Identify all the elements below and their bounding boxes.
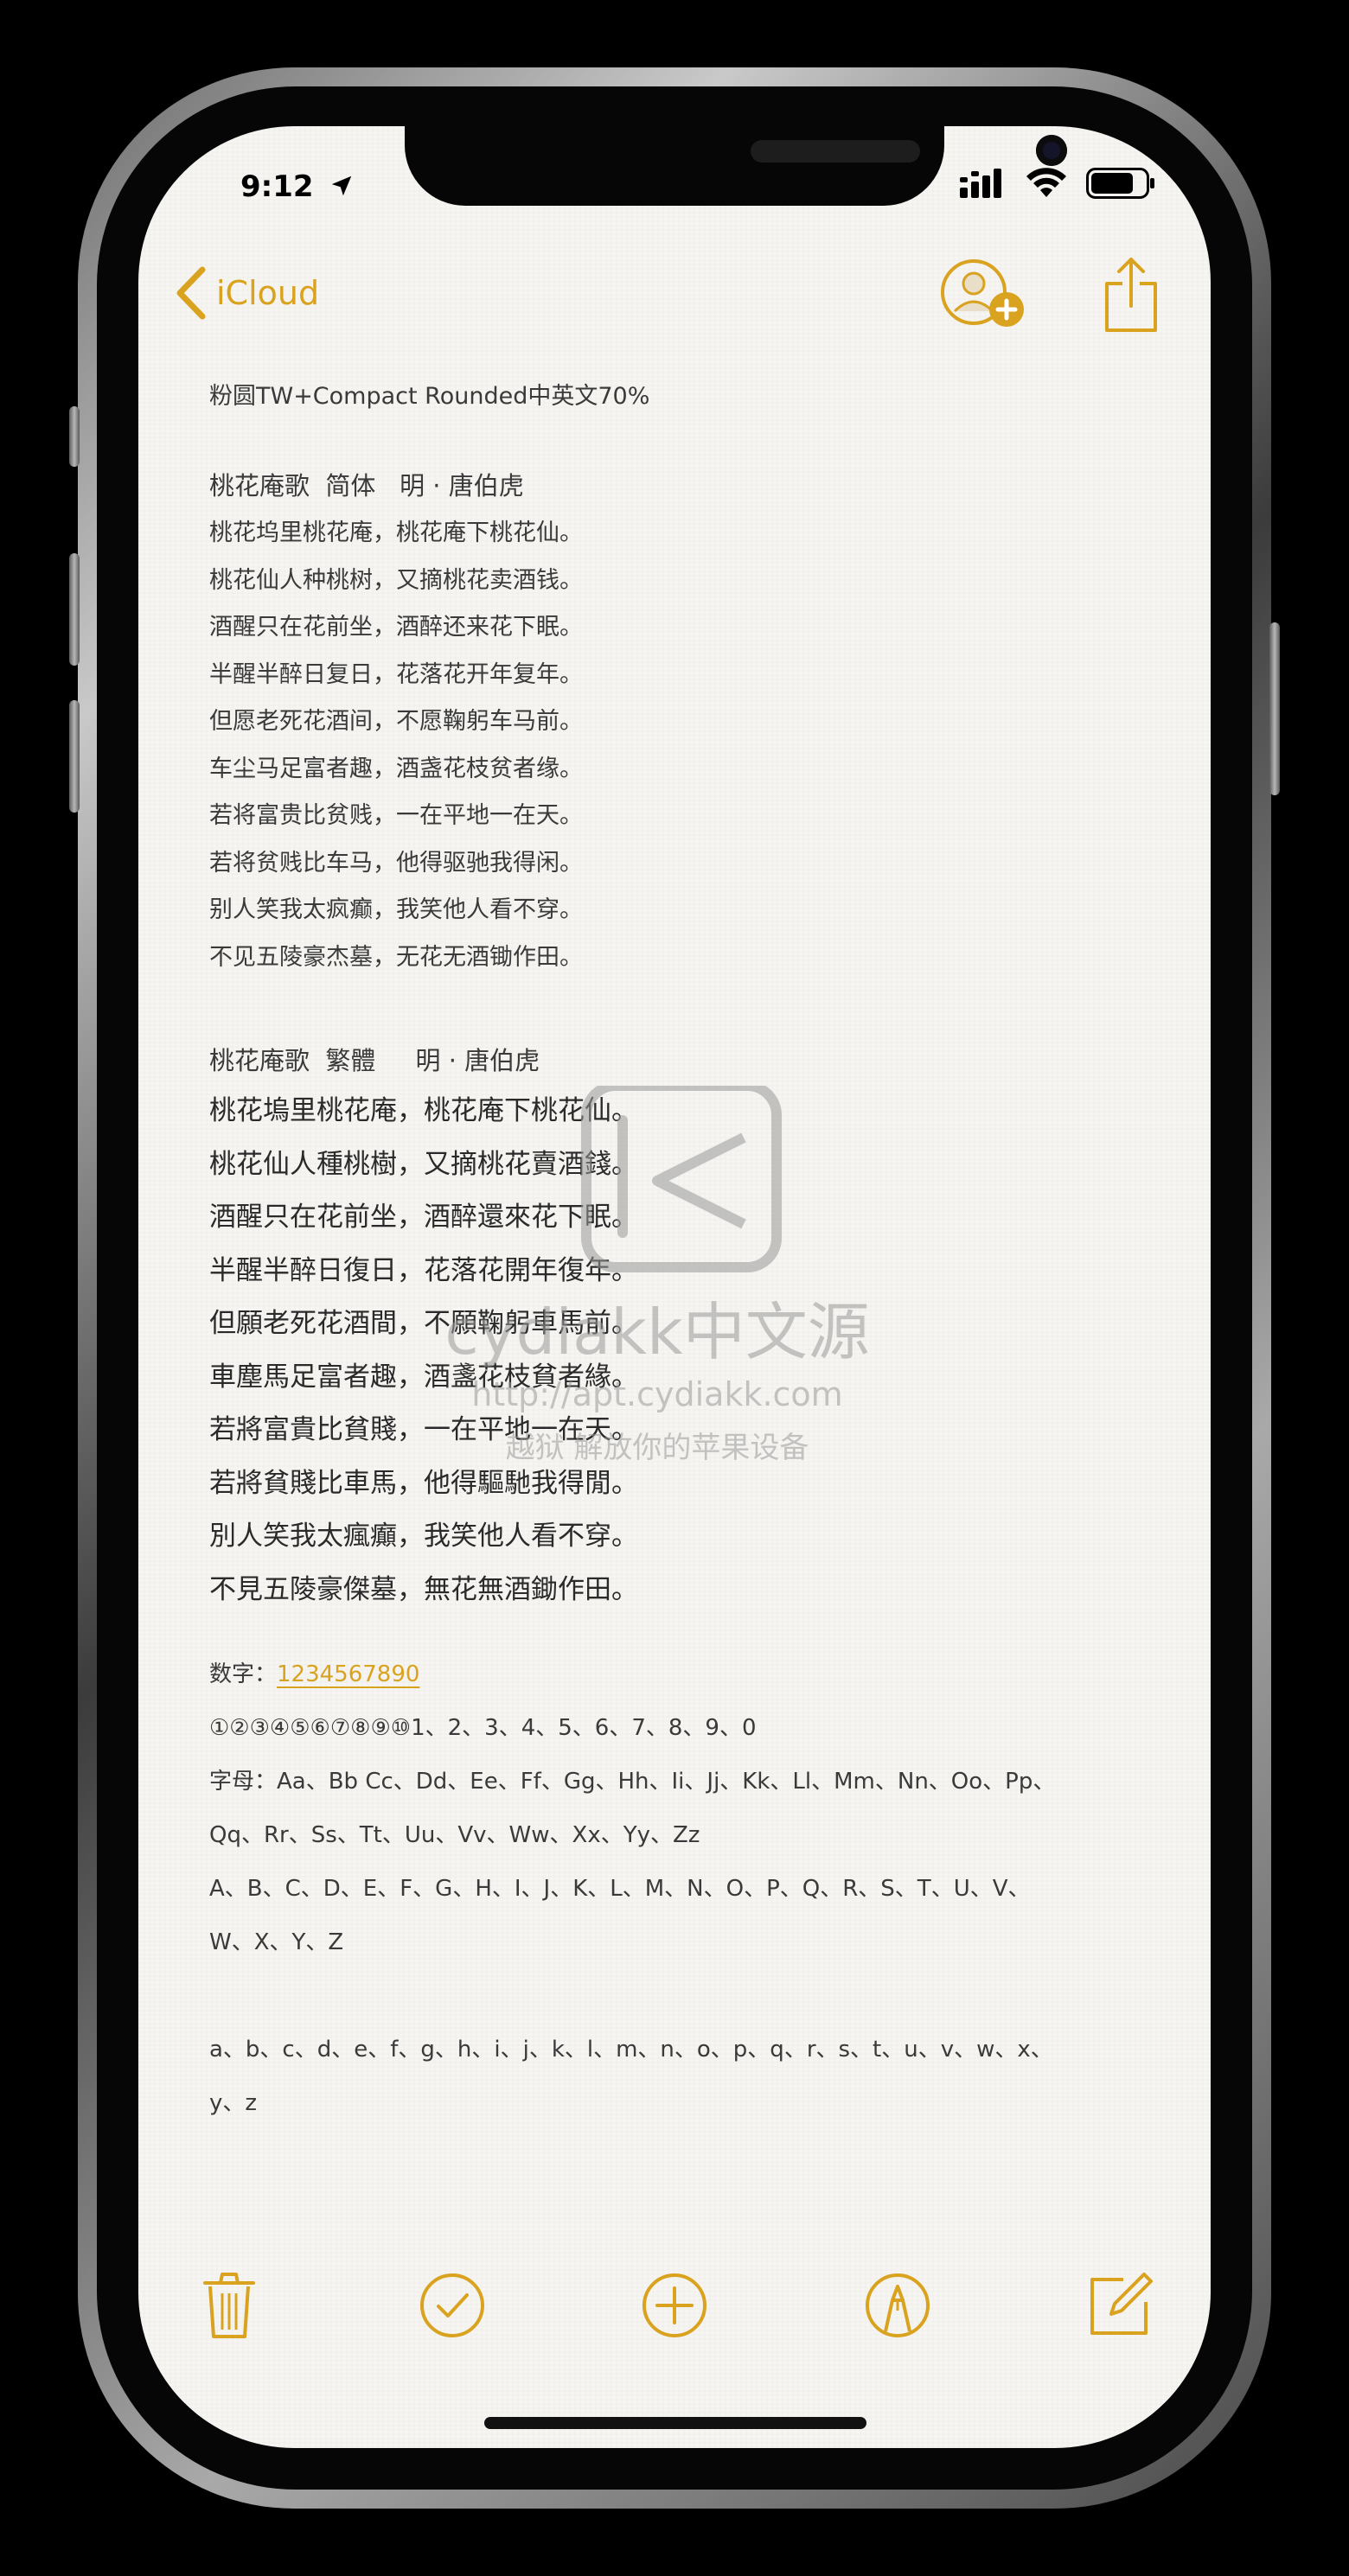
markup-button[interactable] bbox=[859, 2267, 937, 2344]
traditional-heading: 桃花庵歌 繁體 明 · 唐伯虎 bbox=[209, 1046, 540, 1075]
back-button[interactable]: iCloud bbox=[173, 266, 319, 320]
compose-button[interactable] bbox=[1081, 2267, 1159, 2344]
share-button[interactable] bbox=[1103, 256, 1159, 334]
mute-switch bbox=[69, 406, 80, 467]
poem-line: 半醒半醉日復日，花落花開年復年。 bbox=[209, 1254, 638, 1286]
speaker bbox=[751, 140, 920, 163]
poem-line: 酒醒只在花前坐，酒醉還來花下眠。 bbox=[209, 1202, 638, 1233]
back-label: iCloud bbox=[216, 274, 320, 312]
simplified-heading: 桃花庵歌 简体 明 · 唐伯虎 bbox=[209, 471, 524, 501]
compose-icon bbox=[1090, 2273, 1153, 2335]
front-camera bbox=[1036, 135, 1067, 166]
status-time-text: 9:12 bbox=[240, 169, 314, 204]
poem-line: 若將貧賤比車馬，他得驅馳我得閒。 bbox=[209, 1467, 638, 1499]
character-samples: 数字：1234567890 ①②③④⑤⑥⑦⑧⑨⑩1、2、3、4、5、6、7、8、… bbox=[209, 1648, 1152, 2130]
poem-line: 不見五陵豪傑墓，無花無酒鋤作田。 bbox=[209, 1573, 638, 1605]
poem-line: 桃花坞里桃花庵，桃花庵下桃花仙。 bbox=[209, 520, 583, 546]
nav-actions bbox=[939, 256, 1159, 334]
delete-button[interactable] bbox=[190, 2267, 268, 2344]
poem-line: 但愿老死花酒间，不愿鞠躬车马前。 bbox=[209, 708, 583, 735]
uppercase-line: W、X、Y、Z bbox=[209, 1929, 344, 1955]
lowercase-line: a、b、c、d、e、f、g、h、i、j、k、l、m、n、o、p、q、r、s、t、… bbox=[209, 2037, 1053, 2063]
poem-line: 桃花塢里桃花庵，桃花庵下桃花仙。 bbox=[209, 1095, 638, 1126]
note-body[interactable]: 粉圆TW+Compact Rounded中英文70% 桃花庵歌 简体 明 · 唐… bbox=[209, 375, 1152, 2130]
letters-line: Qq、Rr、Ss、Tt、Uu、Vv、Ww、Xx、Yy、Zz bbox=[209, 1822, 700, 1848]
status-right bbox=[960, 168, 1155, 199]
screen: 9:12 iCloud 粉圆TW+Compact Rounded中英文70% 桃… bbox=[138, 126, 1211, 2448]
cellular-signal-icon bbox=[960, 169, 1001, 198]
power-button bbox=[1269, 622, 1280, 795]
letters-line: 字母：Aa、Bb Cc、Dd、Ee、Ff、Gg、Hh、Ii、Jj、Kk、Ll、M… bbox=[209, 1769, 1056, 1795]
poem-line: 若將富貴比貧賤，一在平地一在天。 bbox=[209, 1414, 638, 1445]
add-button[interactable] bbox=[636, 2267, 713, 2344]
add-people-button[interactable] bbox=[939, 258, 1026, 332]
plus-circle-icon bbox=[643, 2273, 706, 2337]
wifi-icon bbox=[1026, 168, 1066, 197]
poem-line: 半醒半醉日复日，花落花开年复年。 bbox=[209, 660, 583, 688]
lowercase-line: y、z bbox=[209, 2090, 258, 2116]
uppercase-line: A、B、C、D、E、F、G、H、I、J、K、L、M、N、O、P、Q、R、S、T、… bbox=[209, 1876, 1031, 1902]
phone-number-link[interactable]: 1234567890 bbox=[277, 1661, 419, 1687]
poem-line: 桃花仙人种桃树，又摘桃花卖酒钱。 bbox=[209, 566, 583, 594]
poem-line: 別人笑我太瘋癲，我笑他人看不穿。 bbox=[209, 1521, 638, 1552]
checklist-button[interactable] bbox=[413, 2267, 491, 2344]
bottom-toolbar bbox=[190, 2267, 1159, 2344]
poem-line: 桃花仙人種桃樹，又摘桃花賣酒錢。 bbox=[209, 1148, 638, 1180]
home-indicator[interactable] bbox=[484, 2417, 866, 2429]
poem-line: 若将贫贱比车马，他得驱驰我得闲。 bbox=[209, 849, 583, 877]
pen-tip-circle-icon bbox=[865, 2273, 930, 2337]
chevron-left-icon bbox=[176, 266, 206, 320]
trash-icon bbox=[203, 2273, 255, 2338]
circled-numbers-line: ①②③④⑤⑥⑦⑧⑨⑩1、2、3、4、5、6、7、8、9、0 bbox=[209, 1715, 757, 1741]
poem-line: 不见五陵豪杰墓，无花无酒锄作田。 bbox=[209, 943, 583, 971]
status-time: 9:12 bbox=[240, 169, 355, 204]
poem-line: 酒醒只在花前坐，酒醉还来花下眠。 bbox=[209, 614, 583, 641]
poem-line: 车尘马足富者趣，酒盏花枝贫者缘。 bbox=[209, 755, 583, 782]
numbers-label: 数字： bbox=[209, 1661, 278, 1687]
note-title: 粉圆TW+Compact Rounded中英文70% bbox=[209, 383, 650, 410]
numbers-line: 数字：1234567890 bbox=[209, 1648, 1152, 1701]
poem-line: 車塵馬足富者趣，酒盞花枝貧者緣。 bbox=[209, 1361, 638, 1393]
traditional-poem: 桃花塢里桃花庵，桃花庵下桃花仙。 桃花仙人種桃樹，又摘桃花賣酒錢。 酒醒只在花前… bbox=[209, 1085, 1152, 1616]
simplified-poem: 桃花坞里桃花庵，桃花庵下桃花仙。 桃花仙人种桃树，又摘桃花卖酒钱。 酒醒只在花前… bbox=[209, 510, 1152, 981]
location-arrow-icon bbox=[332, 175, 352, 196]
notch bbox=[405, 126, 1067, 206]
poem-line: 若将富贵比贫贱，一在平地一在天。 bbox=[209, 802, 583, 829]
poem-line: 但願老死花酒間，不願鞠躬車馬前。 bbox=[209, 1308, 638, 1339]
volume-down-button bbox=[69, 700, 80, 813]
checkmark-circle-icon bbox=[419, 2273, 484, 2337]
volume-up-button bbox=[69, 553, 80, 666]
battery-icon bbox=[1086, 168, 1154, 199]
poem-line: 别人笑我太疯癫，我笑他人看不穿。 bbox=[209, 896, 583, 923]
